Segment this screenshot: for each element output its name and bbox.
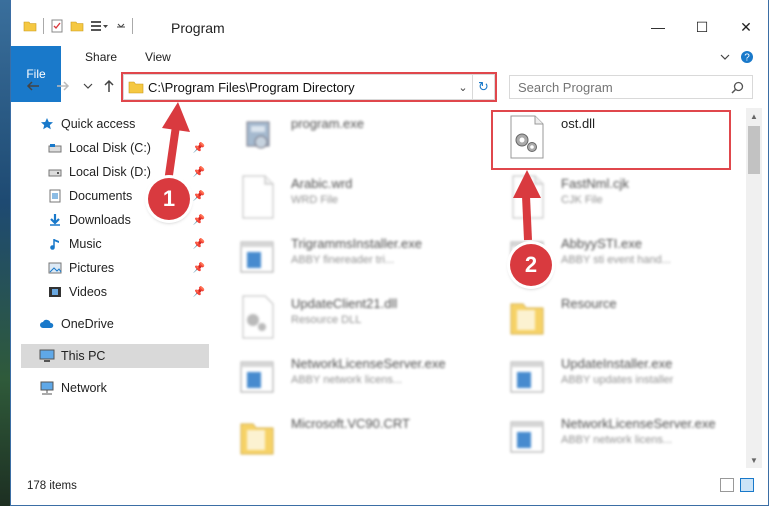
- arrow-1: [164, 125, 180, 183]
- annotation-arrows: [162, 102, 541, 241]
- arrow-2-head: [513, 170, 541, 198]
- arrow-2: [522, 195, 532, 241]
- arrow-1-head: [162, 102, 190, 132]
- step-1-badge: 1: [148, 178, 190, 220]
- step-2-badge: 2: [510, 244, 552, 286]
